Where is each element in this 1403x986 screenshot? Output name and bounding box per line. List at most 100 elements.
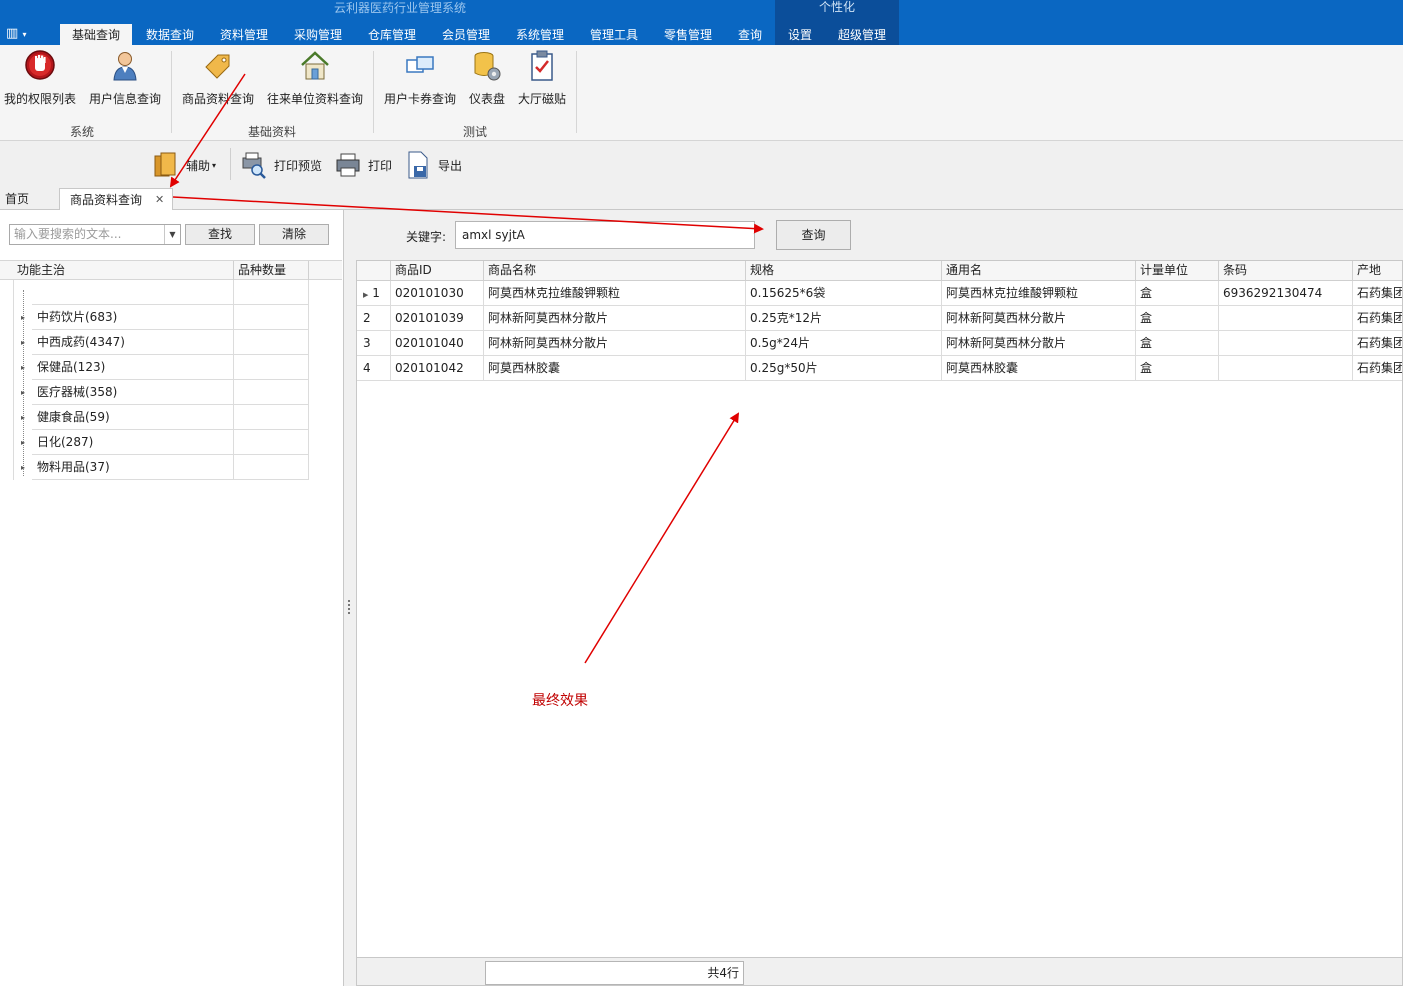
table-row[interactable]: 3 020101040 阿林新阿莫西林分散片 0.5g*24片 阿林新阿莫西林分… [357,331,1402,356]
cell-unit[interactable]: 盒 [1135,356,1218,381]
panel-splitter[interactable] [344,210,356,986]
cell-product-name[interactable]: 阿莫西林胶囊 [483,356,745,381]
table-row[interactable]: 4 020101042 阿莫西林胶囊 0.25g*50片 阿莫西林胶囊 盒 石药… [357,356,1402,381]
cell-spec[interactable]: 0.25g*50片 [745,356,941,381]
cell-origin[interactable]: 石药集团 [1352,356,1402,381]
tab-system[interactable]: 系统管理 [508,24,572,45]
query-button[interactable]: 查询 [776,220,851,250]
col-product-id[interactable]: 商品ID [390,261,483,281]
col-product-name[interactable]: 商品名称 [483,261,745,281]
export-button[interactable]: 导出 [404,148,462,182]
find-button[interactable]: 查找 [185,224,255,245]
tab-product-query[interactable]: 商品资料查询 ✕ [59,188,173,211]
col-generic-name[interactable]: 通用名 [941,261,1135,281]
stop-hand-icon [25,50,55,80]
tab-member[interactable]: 会员管理 [434,24,498,45]
table-row[interactable]: 2 020101039 阿林新阿莫西林分散片 0.25克*12片 阿林新阿莫西林… [357,306,1402,331]
tab-retail[interactable]: 零售管理 [656,24,720,45]
cell-product-id[interactable]: 020101030 [390,281,483,306]
keyword-input[interactable]: amxl syjtA [455,221,755,249]
cell-barcode[interactable] [1218,331,1352,356]
my-permissions-button[interactable]: 我的权限列表 [2,49,78,107]
expand-arrow-icon[interactable]: ▸ [21,414,27,422]
cell-origin[interactable]: 石药集团 [1352,306,1402,331]
cell-unit[interactable]: 盒 [1135,306,1218,331]
cell-spec[interactable]: 0.25克*12片 [745,306,941,331]
assist-dropdown-button[interactable]: 辅助 ▾ [152,148,216,182]
col-spec[interactable]: 规格 [745,261,941,281]
tab-settings[interactable]: 设置 [780,24,820,45]
tab-super-admin[interactable]: 超级管理 [830,24,894,45]
table-row[interactable]: ▶ 1 020101030 阿莫西林克拉维酸钾颗粒 0.15625*6袋 阿莫西… [357,281,1402,306]
tab-product-query-label: 商品资料查询 [70,193,143,207]
tab-data-management[interactable]: 资料管理 [212,24,276,45]
tab-warehouse[interactable]: 仓库管理 [360,24,424,45]
tree-node-health-food[interactable]: 健康食品(59) [32,405,308,430]
chevron-down-icon[interactable]: ▼ [164,225,180,244]
col-barcode[interactable]: 条码 [1218,261,1352,281]
expand-arrow-icon[interactable]: ▸ [21,439,27,447]
col-indication[interactable]: 功能主治 [17,261,65,280]
cell-generic-name[interactable]: 阿莫西林克拉维酸钾颗粒 [941,281,1135,306]
close-icon[interactable]: ✕ [155,189,164,211]
cell-spec[interactable]: 0.15625*6袋 [745,281,941,306]
splitter-grip-icon[interactable] [348,600,351,614]
cell-origin[interactable]: 石药集团 [1352,331,1402,356]
tab-tools[interactable]: 管理工具 [582,24,646,45]
cell-unit[interactable]: 盒 [1135,281,1218,306]
col-variety-count[interactable]: 品种数量 [233,261,286,280]
clear-button[interactable]: 清除 [259,224,329,245]
cell-product-id[interactable]: 020101042 [390,356,483,381]
product-query-button[interactable]: 商品资料查询 [179,49,257,107]
user-coupon-query-button[interactable]: 用户卡券查询 [381,49,459,107]
cell-product-id[interactable]: 020101040 [390,331,483,356]
expand-arrow-icon[interactable]: ▸ [21,314,27,322]
category-search-input[interactable]: 输入要搜索的文本... ▼ [9,224,181,245]
tab-query[interactable]: 查询 [730,24,770,45]
tree-node-western-medicine[interactable]: 中西成药(4347) [32,330,308,355]
database-gear-icon [474,52,501,81]
cell-product-id[interactable]: 020101039 [390,306,483,331]
tree-node-health-products[interactable]: 保健品(123) [32,355,308,380]
expand-arrow-icon[interactable]: ▸ [21,464,27,472]
expand-arrow-icon[interactable]: ▸ [21,339,27,347]
tree-node-supplies[interactable]: 物料用品(37) [32,455,308,480]
cell-origin[interactable]: 石药集团 [1352,281,1402,306]
tree-root-row[interactable] [32,280,308,305]
cell-product-name[interactable]: 阿林新阿莫西林分散片 [483,331,745,356]
cell-barcode[interactable] [1218,356,1352,381]
hall-tile-button[interactable]: 大厅磁贴 [515,49,569,107]
cell-spec[interactable]: 0.5g*24片 [745,331,941,356]
col-unit[interactable]: 计量单位 [1135,261,1218,281]
expand-arrow-icon[interactable]: ▸ [21,364,27,372]
tree-node-medical-devices[interactable]: 医疗器械(358) [32,380,308,405]
cell-unit[interactable]: 盒 [1135,331,1218,356]
cell-generic-name[interactable]: 阿林新阿莫西林分散片 [941,331,1135,356]
tab-data-query[interactable]: 数据查询 [138,24,202,45]
print-button[interactable]: 打印 [334,148,392,182]
tree-node-chinese-herbs[interactable]: 中药饮片(683) [32,305,308,330]
tab-basic-query[interactable]: 基础查询 [60,24,132,45]
search-placeholder: 输入要搜索的文本... [14,227,122,241]
grid-header: 商品ID 商品名称 规格 通用名 计量单位 条码 产地 [357,261,1402,281]
cell-product-name[interactable]: 阿莫西林克拉维酸钾颗粒 [483,281,745,306]
category-panel: 输入要搜索的文本... ▼ 查找 清除 功能主治 品种数量 中药饮片(683) … [0,210,344,986]
cell-barcode[interactable] [1218,306,1352,331]
tab-home[interactable]: 首页 [5,188,45,210]
document-tabs: 首页 商品资料查询 ✕ [0,188,1403,211]
expand-arrow-icon[interactable]: ▸ [21,389,27,397]
partner-query-button[interactable]: 往来单位资料查询 [264,49,366,107]
cell-barcode[interactable]: 6936292130474 [1218,281,1352,306]
cell-generic-name[interactable]: 阿莫西林胶囊 [941,356,1135,381]
print-preview-button[interactable]: 打印预览 [240,148,322,182]
tab-purchase[interactable]: 采购管理 [286,24,350,45]
row-number: 3 [363,336,371,350]
dashboard-button[interactable]: 仪表盘 [464,49,510,107]
row-number: 4 [363,361,371,375]
cell-generic-name[interactable]: 阿林新阿莫西林分散片 [941,306,1135,331]
cell-product-name[interactable]: 阿林新阿莫西林分散片 [483,306,745,331]
user-info-query-button[interactable]: 用户信息查询 [86,49,164,107]
app-menu-button[interactable]: ▥ ▾ [6,24,46,44]
col-origin[interactable]: 产地 [1352,261,1402,281]
tree-node-daily-chemicals[interactable]: 日化(287) [32,430,308,455]
